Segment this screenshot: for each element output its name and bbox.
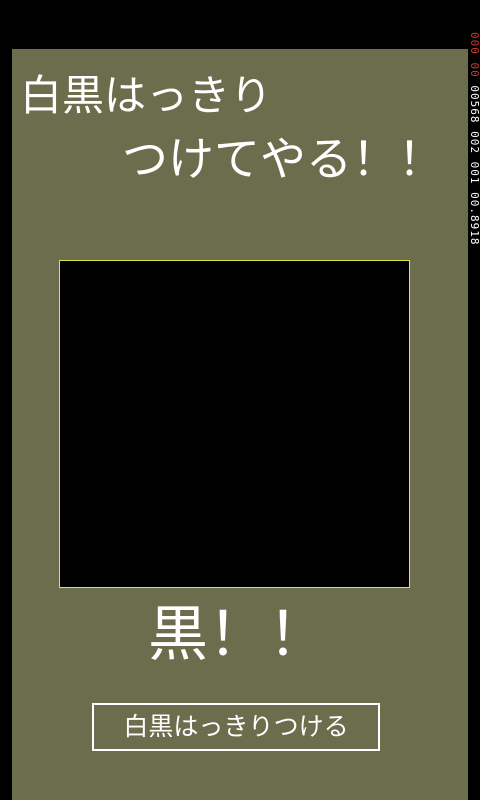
title-line-2: つけてやる！！ (122, 132, 444, 186)
debug-readout-values: 00568 002 001 00.8918 (468, 85, 480, 246)
judge-button[interactable]: 白黒はっきりつける (92, 703, 380, 751)
judgement-canvas[interactable] (59, 260, 410, 588)
title-line-1: 白黒はっきり (20, 71, 273, 120)
result-text: 黒！！ (148, 600, 328, 670)
app-screen: 白黒はっきり つけてやる！！ 黒！！ 白黒はっきりつける 000 00 0056… (0, 0, 480, 800)
debug-readout-red: 000 00 (468, 32, 480, 78)
debug-readout: 000 00 00568 002 001 00.8918 (468, 32, 480, 246)
